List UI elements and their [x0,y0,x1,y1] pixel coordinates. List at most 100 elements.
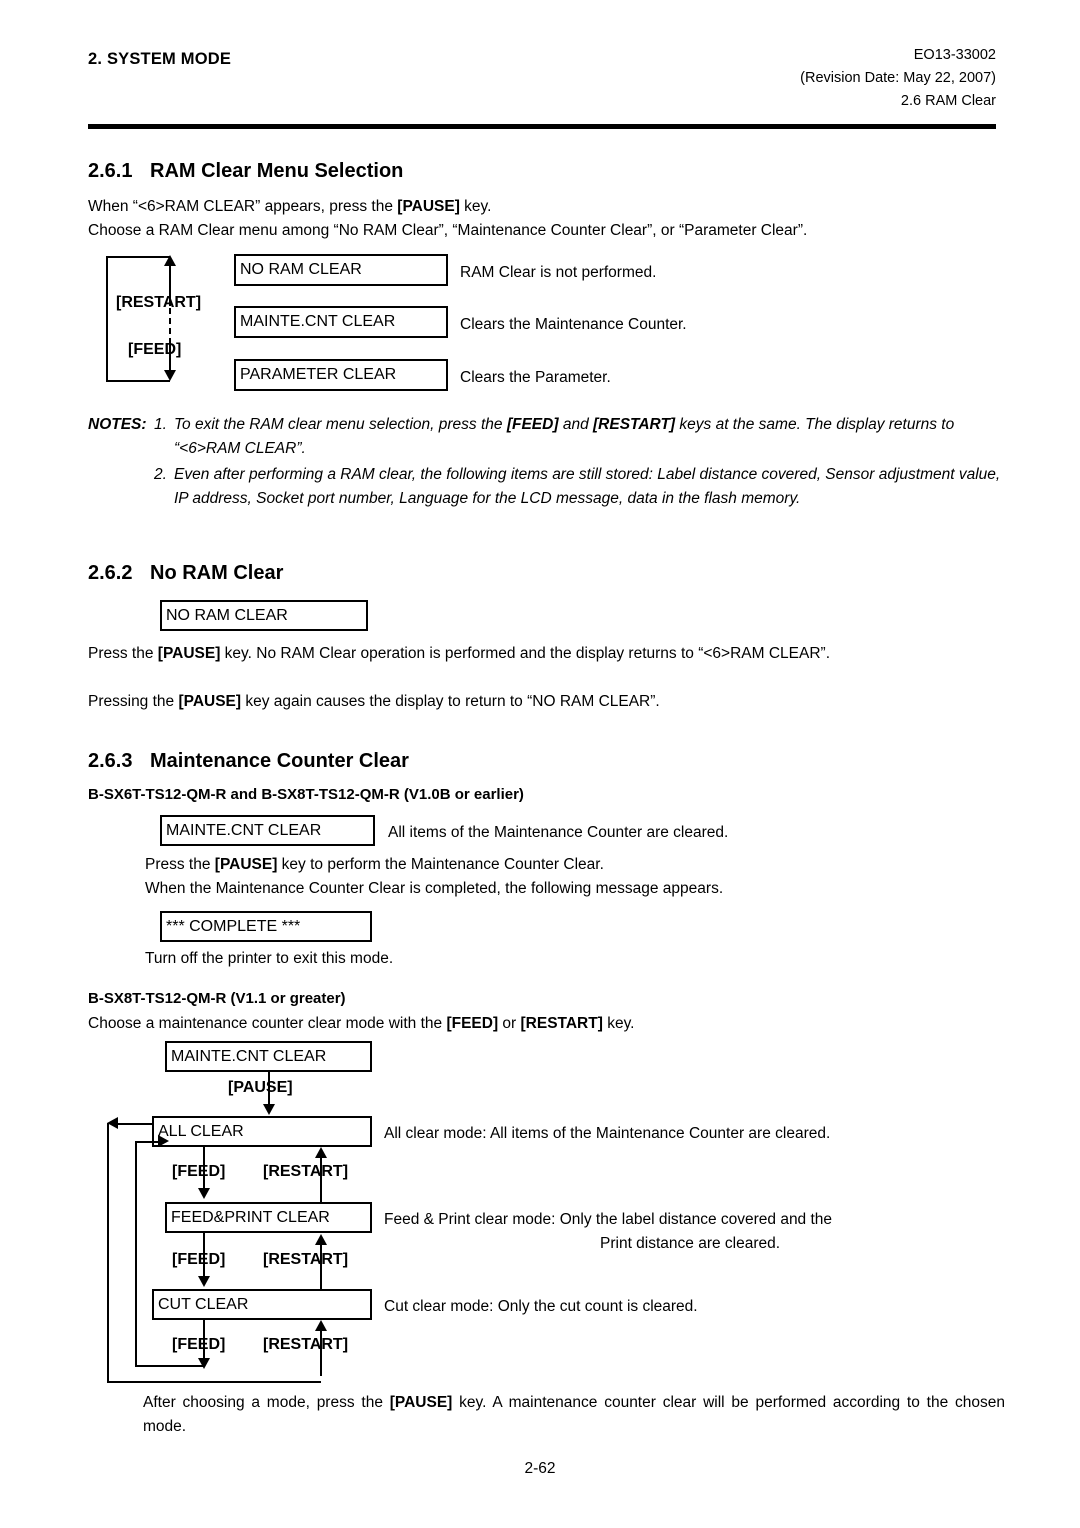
heading-2-6-2-title: No RAM Clear [150,562,284,584]
key-restart-263: [RESTART] [520,1015,603,1032]
para-262-2-post: key again causes the display to return t… [241,693,660,710]
heading-2-6-3: 2.6.3 Maintenance Counter Clear [88,750,409,773]
diagram1-bottom-rail [106,380,170,382]
document-page: 2. SYSTEM MODE EO13-33002 (Revision Date… [0,0,1080,1528]
note-item-1: 1. To exit the RAM clear menu selection,… [88,413,1008,461]
arrow-up-icon [315,1234,327,1245]
arrow-down-icon [198,1188,210,1199]
heading-2-6-1-title: RAM Clear Menu Selection [150,160,404,182]
arrow-down-icon [164,370,176,381]
lcd-box-parameter-clear: PARAMETER CLEAR [234,359,448,391]
arrow-up-icon [315,1147,327,1158]
lcd-box-mainte-cnt-clear: MAINTE.CNT CLEAR [234,306,448,338]
flow-stem-restart-3 [320,1330,322,1376]
para-262-2: Pressing the [PAUSE] key again causes th… [88,690,660,714]
arrow-right-icon [158,1135,169,1147]
note-item-2: 2. Even after performing a RAM clear, th… [88,463,1008,511]
arrow-left-icon [107,1117,118,1129]
key-feed-263: [FEED] [446,1015,499,1032]
flow-desc-feed-print-clear-line1: Feed & Print clear mode: Only the label … [384,1211,833,1228]
desc-mainte-cnt-clear: Clears the Maintenance Counter. [460,316,687,333]
flow-key-feed-2: [FEED] [172,1251,226,1268]
note-item-2-text: Even after performing a RAM clear, the f… [174,466,1001,507]
flow-key-restart-2: [RESTART] [263,1251,349,1268]
para-263-4-pre: Choose a maintenance counter clear mode … [88,1015,447,1032]
subheading-263-model-1: B-SX6T-TS12-QM-R and B-SX8T-TS12-QM-R (V… [88,786,524,803]
subheading-263-model-2: B-SX8T-TS12-QM-R (V1.1 or greater) [88,990,346,1007]
lcd-box-262-no-ram-clear: NO RAM CLEAR [160,600,368,631]
diagram1-left-rail [106,256,108,380]
arrow-up-icon [315,1320,327,1331]
flow-stem-restart-1 [320,1157,322,1203]
key-pause-263a: [PAUSE] [214,856,278,873]
arrow-down-icon [198,1276,210,1287]
header-section-ref: 2.6 RAM Clear [900,93,996,109]
diagram1-key-feed: [FEED] [128,341,182,358]
diagram1-key-restart: [RESTART] [116,294,202,311]
para-262-1-post: key. No RAM Clear operation is performed… [220,645,830,662]
flow-rail-restart-bottom [107,1381,321,1383]
flow-rail-restart-top [118,1123,154,1125]
note-item-2-number: 2. [154,466,167,483]
arrow-up-icon [164,255,176,266]
para-262-2-pre: Pressing the [88,693,179,710]
header-revision-date: (Revision Date: May 22, 2007) [800,70,996,86]
header-doc-info: EO13-33002 (Revision Date: May 22, 2007)… [800,44,996,113]
flow-box-cut-clear: CUT CLEAR [152,1289,372,1320]
note-item-1-seg2: and [558,416,593,433]
heading-2-6-2-number: 2.6.2 [88,562,133,584]
arrow-down-icon [263,1104,275,1115]
page-number: 2-62 [524,1460,556,1477]
flow-desc-cut-clear: Cut clear mode: Only the cut count is cl… [384,1298,698,1315]
para-263-4: Choose a maintenance counter clear mode … [88,1012,634,1036]
para-263-1-pre: Press the [145,856,215,873]
flow-desc-all-clear: All clear mode: All items of the Mainten… [384,1125,831,1142]
key-pause-262a: [PAUSE] [157,645,221,662]
desc-parameter-clear: Clears the Parameter. [460,369,611,386]
diagram1-top-rail [106,256,170,258]
note-item-1-number: 1. [154,416,167,433]
flow-desc-feed-print-clear-line2: Print distance are cleared. [600,1235,781,1252]
para-263-1: Press the [PAUSE] key to perform the Mai… [145,853,604,877]
para-262-1-pre: Press the [88,645,158,662]
flow-key-feed-3: [FEED] [172,1336,226,1353]
key-pause: [PAUSE] [397,198,460,215]
key-pause-263b: [PAUSE] [389,1394,453,1411]
flow-box-mainte-cnt-clear: MAINTE.CNT CLEAR [165,1041,372,1072]
lcd-box-263-mainte-cnt-clear: MAINTE.CNT CLEAR [160,815,375,846]
lcd-box-no-ram-clear: NO RAM CLEAR [234,254,448,286]
para-263-1-post: key to perform the Maintenance Counter C… [277,856,604,873]
flow-rail-restart-left [107,1123,109,1383]
heading-2-6-2: 2.6.2 No RAM Clear [88,562,283,585]
para-263-4-post: key. [602,1015,635,1032]
header-doc-code: EO13-33002 [913,47,996,63]
note-item-1-seg1: To exit the RAM clear menu selection, pr… [174,416,507,433]
flow-rail-feed-left [135,1141,137,1367]
flow-key-feed-1: [FEED] [172,1163,226,1180]
flow-key-restart-3: [RESTART] [263,1336,349,1353]
header-chapter-title: 2. SYSTEM MODE [88,50,232,68]
arrow-down-icon [198,1358,210,1369]
desc-263-mainte-cnt-clear: All items of the Maintenance Counter are… [388,824,729,841]
para-261-1-post: key. [459,198,492,215]
heading-2-6-1: 2.6.1 RAM Clear Menu Selection [88,160,403,183]
flow-key-pause: [PAUSE] [228,1079,293,1096]
flow-stem-feed-1 [203,1147,205,1193]
flow-stem-restart-2 [320,1244,322,1290]
flow-rail-feed-bottom [135,1365,205,1367]
lcd-box-263-complete: *** COMPLETE *** [160,911,372,942]
para-263-2: When the Maintenance Counter Clear is co… [145,880,724,897]
desc-no-ram-clear: RAM Clear is not performed. [460,264,657,281]
para-263-closing-pre: After choosing a mode, press the [143,1394,390,1411]
para-261-2: Choose a RAM Clear menu among “No RAM Cl… [88,222,808,239]
flow-box-feed-print-clear: FEED&PRINT CLEAR [165,1202,372,1233]
para-261-1: When “<6>RAM CLEAR” appears, press the [… [88,195,491,219]
notes-block: NOTES: 1. To exit the RAM clear menu sel… [88,413,1008,511]
flow-key-restart-1: [RESTART] [263,1163,349,1180]
heading-2-6-3-title: Maintenance Counter Clear [150,750,409,772]
flow-box-all-clear: ALL CLEAR [152,1116,372,1147]
note-item-1-key-restart: [RESTART] [593,416,676,433]
note-item-1-key-feed: [FEED] [506,416,559,433]
flow-stem-feed-2 [203,1233,205,1280]
para-263-3: Turn off the printer to exit this mode. [145,950,394,967]
